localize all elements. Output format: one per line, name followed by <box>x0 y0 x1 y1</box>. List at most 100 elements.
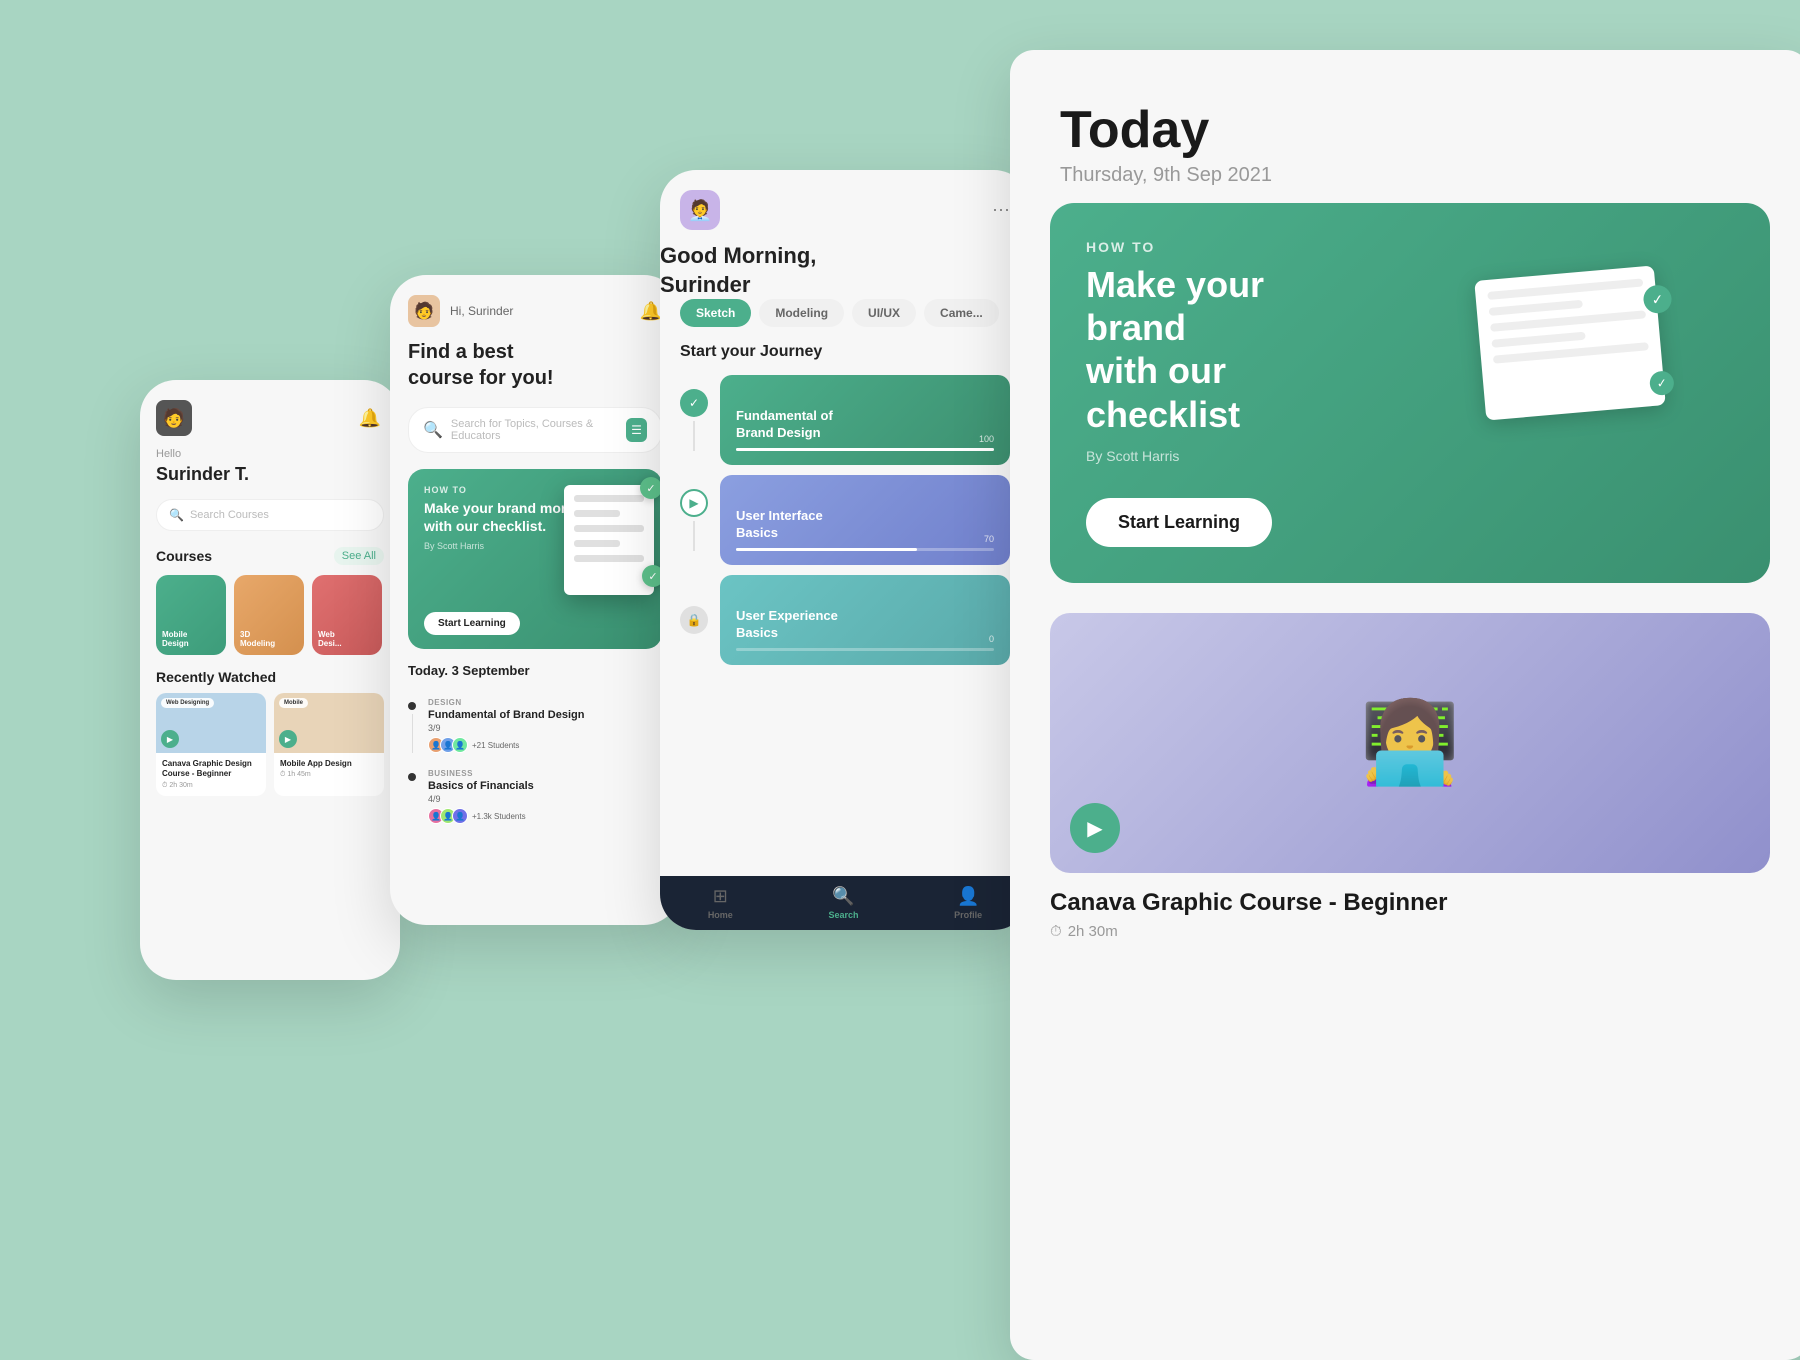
s3-journey-item-1: ✓ Fundamental ofBrand Design 100 <box>680 375 1010 465</box>
cl-line-4 <box>574 540 620 547</box>
s3-card-title-2: User InterfaceBasics <box>736 508 994 542</box>
s1-watched-grid: Web Designing ▶ Canava Graphic Design Co… <box>140 693 400 796</box>
s1-thumb-2: Mobile ▶ <box>274 693 384 753</box>
s3-progress-fill-1 <box>736 448 994 451</box>
s3-progress-bar-3: 0 <box>736 648 994 651</box>
s3-greeting: Good Morning,Surinder <box>660 242 1030 299</box>
s3-card-2[interactable]: User InterfaceBasics 70 <box>720 475 1010 565</box>
s1-see-all-btn[interactable]: See All <box>334 547 384 565</box>
s3-header: 🧑‍💼 ⋯ <box>660 170 1030 242</box>
s1-courses-title: Courses <box>156 548 212 564</box>
s3-card-title-3: User ExperienceBasics <box>736 608 994 642</box>
s3-progress-bar-2: 70 <box>736 548 994 551</box>
s1-course-mobile[interactable]: MobileDesign <box>156 575 226 655</box>
s3-progress-fill-2 <box>736 548 917 551</box>
s2-line-1 <box>412 714 413 753</box>
s4-today-title: Today <box>1060 100 1760 160</box>
s3-avatar: 🧑‍💼 <box>680 190 720 230</box>
cl-line-2 <box>574 510 620 517</box>
s2-banner: HOW TO Make your brand more visiblewith … <box>408 469 662 649</box>
s1-search-bar[interactable]: 🔍 Search Courses <box>156 499 384 531</box>
s4-start-learning-btn[interactable]: Start Learning <box>1086 498 1272 547</box>
s4-clock-icon: ⏱ <box>1050 923 1062 940</box>
cl-check-2: ✓ <box>642 565 662 587</box>
s2-dot-2 <box>408 773 416 781</box>
s4-second-info: Canava Graphic Course - Beginner ⏱ 2h 30… <box>1050 889 1770 940</box>
s2-dot-1 <box>408 702 416 710</box>
s1-course-3d[interactable]: 3DModeling <box>234 575 304 655</box>
s3-icons: ⋯ <box>992 200 1010 221</box>
s1-watched-item-1[interactable]: Web Designing ▶ Canava Graphic Design Co… <box>156 693 266 796</box>
s1-play-2[interactable]: ▶ <box>279 730 297 748</box>
s3-home-label: Home <box>708 910 733 920</box>
s1-course-web[interactable]: WebDesi... <box>312 575 382 655</box>
s2-item-content-1: DESIGN Fundamental of Brand Design 3/9 👤… <box>428 698 662 753</box>
s1-badge-1: Web Designing <box>161 698 214 708</box>
s4-header: Today Thursday, 9th Sep 2021 <box>1010 50 1800 203</box>
s3-journey-list: ✓ Fundamental ofBrand Design 100 ▶ <box>660 375 1030 665</box>
s2-item-progress-2: 4/9 <box>428 794 662 804</box>
s2-students-1: +21 Students <box>472 741 519 750</box>
cl-line-5 <box>574 555 644 562</box>
s2-search-icon: 🔍 <box>423 420 443 440</box>
s1-course-mobile-label: MobileDesign <box>162 630 189 649</box>
s2-item-title-2: Basics of Financials <box>428 780 662 792</box>
s3-tabs: Sketch Modeling UI/UX Came... <box>660 299 1030 343</box>
s2-schedule-item-2: BUSINESS Basics of Financials 4/9 👤 👤 👤 … <box>390 761 680 832</box>
screen-4: Today Thursday, 9th Sep 2021 HOW TO Make… <box>1010 50 1800 1360</box>
s1-play-1[interactable]: ▶ <box>161 730 179 748</box>
s2-avatar-1c: 👤 <box>452 737 468 753</box>
s4-banner-big-title: Make your brandwith our checklist <box>1086 263 1366 436</box>
s2-bell-icon[interactable]: 🔔 <box>640 301 662 322</box>
cl-line-3 <box>574 525 644 532</box>
s1-greeting: Hello <box>140 448 400 464</box>
s3-progress-pct-1: 100 <box>979 434 994 444</box>
s2-start-learning-btn[interactable]: Start Learning <box>424 612 520 635</box>
s3-card-3[interactable]: User ExperienceBasics 0 <box>720 575 1010 665</box>
s1-course-3d-label: 3DModeling <box>240 630 275 649</box>
s2-search-placeholder: Search for Topics, Courses & Educators <box>451 418 618 442</box>
s2-search-bar[interactable]: 🔍 Search for Topics, Courses & Educators… <box>408 407 662 453</box>
s2-banner-visual: ✓ ✓ <box>564 485 654 595</box>
s3-step-2: ▶ <box>680 489 708 551</box>
s4-second-thumb-bg: 👩‍💻 <box>1050 613 1770 873</box>
s3-progress-pct-2: 70 <box>984 534 994 544</box>
s3-card-1[interactable]: Fundamental ofBrand Design 100 <box>720 375 1010 465</box>
s1-badge-2: Mobile <box>279 698 308 708</box>
s2-dot-col-2 <box>408 769 416 824</box>
s3-nav-search[interactable]: 🔍 Search <box>828 886 858 920</box>
s2-header: 🧑 Hi, Surinder 🔔 <box>390 275 680 339</box>
s1-watched-time-2: ⏱ 1h 45m <box>280 771 378 779</box>
s3-tab-sketch[interactable]: Sketch <box>680 299 751 327</box>
s4-person-illustration: 👩‍💻 <box>1360 696 1460 790</box>
s3-tab-modeling[interactable]: Modeling <box>759 299 844 327</box>
s3-journey-title: Start your Journey <box>660 343 1030 375</box>
s4-time-value: 2h 30m <box>1068 923 1118 940</box>
cl-check-1: ✓ <box>640 477 662 499</box>
s3-nav-home[interactable]: ⊞ Home <box>708 886 733 920</box>
s3-step-3: 🔒 <box>680 606 708 634</box>
s4-second-play-btn[interactable]: ▶ <box>1070 803 1120 853</box>
s3-tab-camera[interactable]: Came... <box>924 299 999 327</box>
s3-nav-profile[interactable]: 👤 Profile <box>954 886 982 920</box>
s1-search-icon: 🔍 <box>169 508 184 522</box>
s4-second-time: ⏱ 2h 30m <box>1050 923 1770 940</box>
s3-step-1: ✓ <box>680 389 708 451</box>
s3-bottom-nav: ⊞ Home 🔍 Search 👤 Profile <box>660 876 1030 930</box>
s3-search-icon: 🔍 <box>832 886 854 907</box>
s1-watched-info-1: Canava Graphic Design Course - Beginner … <box>156 753 266 796</box>
s1-watched-item-2[interactable]: Mobile ▶ Mobile App Design ⏱ 1h 45m <box>274 693 384 796</box>
s1-bell-icon[interactable]: 🔔 <box>356 404 384 432</box>
s1-watched-time-1: ⏱ 2h 30m <box>162 782 260 790</box>
s3-profile-label: Profile <box>954 910 982 920</box>
s1-watched-title-2: Mobile App Design <box>280 759 378 769</box>
s3-progress-pct-3: 0 <box>989 634 994 644</box>
s3-profile-icon: 👤 <box>957 886 979 907</box>
s3-step-circle-1: ✓ <box>680 389 708 417</box>
s3-search-label: Search <box>828 910 858 920</box>
s3-tab-uiux[interactable]: UI/UX <box>852 299 916 327</box>
s4-second-content: 👩‍💻 ▶ Canava Graphic Course - Beginner ⏱… <box>1010 613 1800 970</box>
s2-schedule-item-1: DESIGN Fundamental of Brand Design 3/9 👤… <box>390 690 680 761</box>
s2-filter-icon[interactable]: ☰ <box>626 418 647 442</box>
s2-title: Find a bestcourse for you! <box>390 339 680 407</box>
